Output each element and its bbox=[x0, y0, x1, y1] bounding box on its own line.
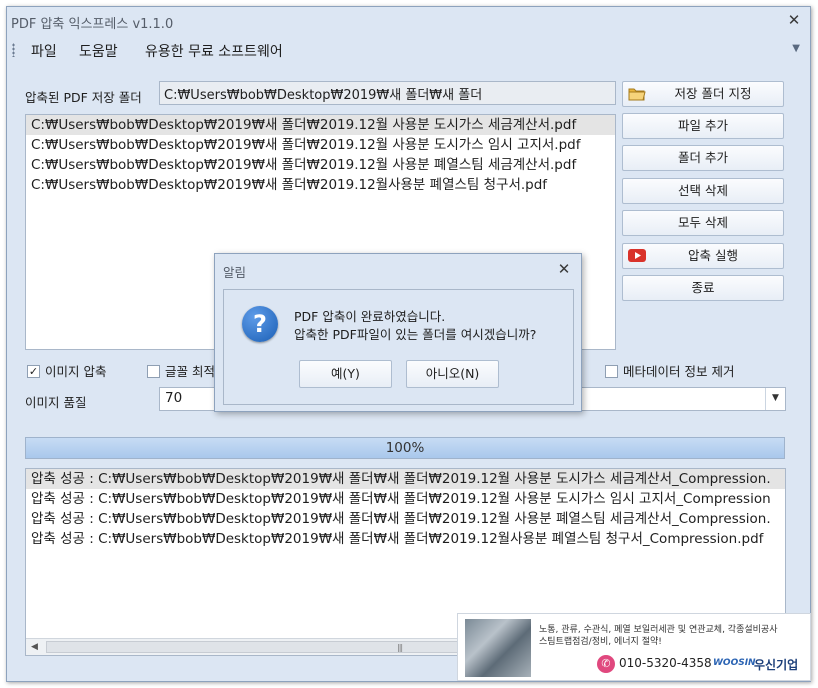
progress-text: 100% bbox=[385, 440, 425, 456]
set-save-folder-label: 저장 폴더 지정 bbox=[674, 86, 752, 101]
add-folder-button[interactable]: 폴더 추가 bbox=[622, 145, 784, 171]
save-folder-label: 압축된 PDF 저장 폴더 bbox=[25, 90, 142, 105]
menu-grip-icon[interactable] bbox=[12, 43, 15, 57]
progress-bar: 100% bbox=[25, 437, 785, 459]
ad-banner[interactable]: 노통, 관류, 수관식, 폐열 보일러세관 및 연관교체, 각종설비공사 스팀트… bbox=[457, 613, 811, 681]
dialog-close-button[interactable]: ✕ bbox=[555, 260, 573, 278]
menu-free-software[interactable]: 유용한 무료 소프트웨어 bbox=[143, 41, 285, 61]
save-folder-field[interactable]: C:₩Users₩bob₩Desktop₩2019₩새 폴더₩새 폴더 bbox=[159, 81, 616, 105]
delete-selected-button[interactable]: 선택 삭제 bbox=[622, 178, 784, 204]
image-quality-value: 70 bbox=[165, 390, 183, 406]
compress-images-label: 이미지 압축 bbox=[45, 364, 107, 379]
run-compression-button[interactable]: 압축 실행 bbox=[622, 243, 784, 269]
grip-icon: ||| bbox=[397, 643, 403, 652]
menu-file[interactable]: 파일 bbox=[29, 41, 59, 61]
image-quality-label: 이미지 품질 bbox=[25, 395, 87, 410]
dialog-message-line-2: 압축한 PDF파일이 있는 폴더를 여시겠습니까? bbox=[294, 327, 537, 342]
menu-bar: 파일 도움말 유용한 무료 소프트웨어 ▼ bbox=[7, 37, 810, 63]
checkbox-box[interactable] bbox=[147, 365, 160, 378]
menu-overflow-icon[interactable]: ▼ bbox=[792, 43, 800, 54]
title-bar[interactable]: PDF 압축 익스프레스 v1.1.0 ✕ bbox=[7, 7, 810, 35]
ad-phone: 010-5320-4358 bbox=[619, 656, 712, 670]
dialog-body: ? PDF 압축이 완료하였습니다. 압축한 PDF파일이 있는 폴더를 여시겠… bbox=[223, 289, 574, 405]
scroll-left-icon[interactable]: ◀ bbox=[26, 639, 43, 655]
play-icon bbox=[628, 249, 646, 262]
window-close-button[interactable]: ✕ bbox=[784, 10, 804, 30]
ad-company: 우신기업 bbox=[754, 658, 799, 672]
font-optimize-checkbox[interactable]: 글꼴 최적 bbox=[147, 361, 215, 379]
alert-dialog: 알림 ✕ ? PDF 압축이 완료하였습니다. 압축한 PDF파일이 있는 폴더… bbox=[214, 253, 582, 412]
set-save-folder-button[interactable]: 저장 폴더 지정 bbox=[622, 81, 784, 107]
chevron-down-icon[interactable]: ▼ bbox=[765, 388, 785, 410]
font-optimize-label: 글꼴 최적 bbox=[165, 364, 215, 379]
log-item[interactable]: 압축 성공 : C:₩Users₩bob₩Desktop₩2019₩새 폴더₩새… bbox=[26, 469, 785, 489]
add-file-button[interactable]: 파일 추가 bbox=[622, 113, 784, 139]
menu-help[interactable]: 도움말 bbox=[77, 41, 120, 61]
list-item[interactable]: C:₩Users₩bob₩Desktop₩2019₩새 폴더₩2019.12월 … bbox=[26, 155, 615, 175]
ad-line-2: 스팀트랩점검/정비, 에너지 절약! bbox=[539, 637, 662, 647]
checkbox-box[interactable] bbox=[605, 365, 618, 378]
run-compression-label: 압축 실행 bbox=[688, 248, 738, 263]
exit-button[interactable]: 종료 bbox=[622, 275, 784, 301]
log-item[interactable]: 압축 성공 : C:₩Users₩bob₩Desktop₩2019₩새 폴더₩새… bbox=[26, 509, 785, 529]
dialog-yes-button[interactable]: 예(Y) bbox=[299, 360, 392, 388]
check-icon[interactable]: ✓ bbox=[27, 365, 40, 378]
folder-icon bbox=[628, 88, 646, 101]
dialog-no-button[interactable]: 아니오(N) bbox=[406, 360, 499, 388]
remove-metadata-checkbox[interactable]: 메타데이터 정보 제거 bbox=[605, 361, 734, 379]
list-item[interactable]: C:₩Users₩bob₩Desktop₩2019₩새 폴더₩2019.12월 … bbox=[26, 115, 615, 135]
compress-images-checkbox[interactable]: ✓ 이미지 압축 bbox=[27, 361, 106, 379]
log-item[interactable]: 압축 성공 : C:₩Users₩bob₩Desktop₩2019₩새 폴더₩새… bbox=[26, 489, 785, 509]
log-item[interactable]: 압축 성공 : C:₩Users₩bob₩Desktop₩2019₩새 폴더₩새… bbox=[26, 529, 785, 549]
ad-brand: WOOSIN bbox=[713, 658, 756, 668]
question-icon: ? bbox=[242, 306, 278, 342]
ad-photo bbox=[465, 619, 531, 677]
dialog-message: PDF 압축이 완료하였습니다. 압축한 PDF파일이 있는 폴더를 여시겠습니… bbox=[294, 308, 536, 344]
phone-icon: ✆ bbox=[597, 655, 615, 673]
dialog-message-line-1: PDF 압축이 완료하였습니다. bbox=[294, 309, 446, 324]
remove-metadata-label: 메타데이터 정보 제거 bbox=[623, 364, 735, 379]
delete-all-button[interactable]: 모두 삭제 bbox=[622, 210, 784, 236]
list-item[interactable]: C:₩Users₩bob₩Desktop₩2019₩새 폴더₩2019.12월 … bbox=[26, 135, 615, 155]
list-item[interactable]: C:₩Users₩bob₩Desktop₩2019₩새 폴더₩2019.12월사… bbox=[26, 175, 615, 195]
window-title: PDF 압축 익스프레스 v1.1.0 bbox=[11, 17, 174, 32]
dialog-title: 알림 bbox=[223, 265, 247, 280]
